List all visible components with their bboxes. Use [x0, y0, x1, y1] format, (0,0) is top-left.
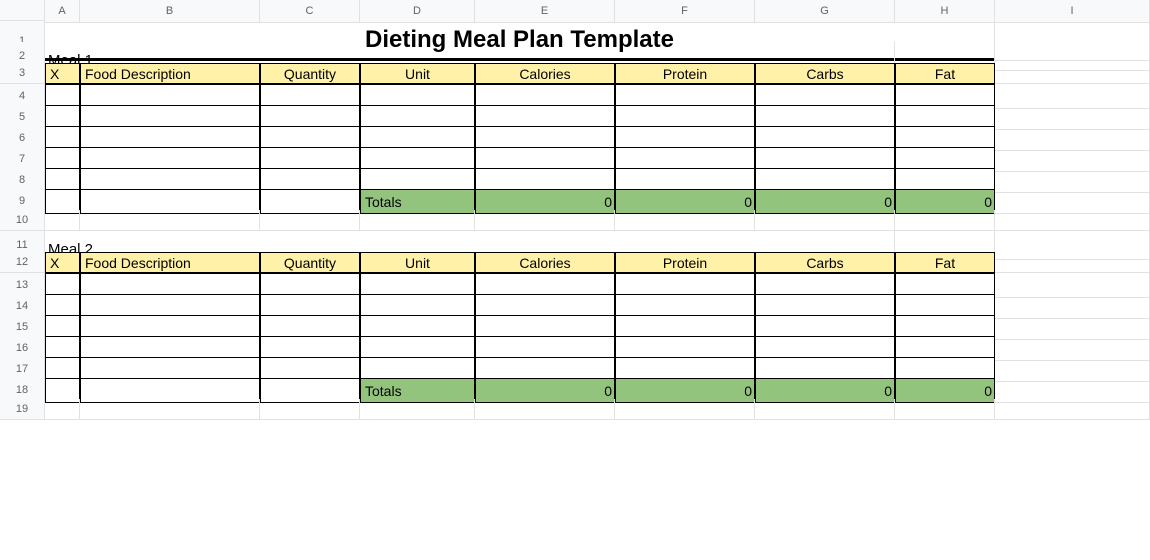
column-header-H[interactable]: H: [895, 0, 995, 23]
row-header-12[interactable]: 12: [0, 252, 45, 273]
cell-empty-10-8[interactable]: [995, 210, 1150, 231]
cell-empty-19-5[interactable]: [615, 399, 755, 420]
cell-empty-10-4[interactable]: [475, 210, 615, 231]
cell-i-header-meal2[interactable]: [995, 252, 1150, 273]
header-prot-meal2[interactable]: Protein: [615, 252, 755, 273]
cell-empty-10-3[interactable]: [360, 210, 475, 231]
cell-empty-10-6[interactable]: [755, 210, 895, 231]
spreadsheet-grid[interactable]: ABCDEFGHI1Dieting Meal Plan Template2Mea…: [0, 0, 1150, 420]
cell-empty-10-7[interactable]: [895, 210, 995, 231]
header-carb-meal1[interactable]: Carbs: [755, 63, 895, 84]
header-cal-meal2[interactable]: Calories: [475, 252, 615, 273]
header-unit-meal1[interactable]: Unit: [360, 63, 475, 84]
cell-empty-10-0[interactable]: [45, 210, 80, 231]
cell-empty-19-8[interactable]: [995, 399, 1150, 420]
cell-empty-19-2[interactable]: [260, 399, 360, 420]
cell-empty-19-7[interactable]: [895, 399, 995, 420]
header-cal-meal1[interactable]: Calories: [475, 63, 615, 84]
header-fat-meal2[interactable]: Fat: [895, 252, 995, 273]
column-header-B[interactable]: B: [80, 0, 260, 23]
cell-empty-10-1[interactable]: [80, 210, 260, 231]
row-header-19[interactable]: 19: [0, 399, 45, 420]
row-header-3[interactable]: 3: [0, 63, 45, 84]
column-header-E[interactable]: E: [475, 0, 615, 23]
column-header-F[interactable]: F: [615, 0, 755, 23]
header-prot-meal1[interactable]: Protein: [615, 63, 755, 84]
header-fat-meal1[interactable]: Fat: [895, 63, 995, 84]
header-food-meal2[interactable]: Food Description: [80, 252, 260, 273]
cell-empty-10-2[interactable]: [260, 210, 360, 231]
column-header-G[interactable]: G: [755, 0, 895, 23]
column-header-C[interactable]: C: [260, 0, 360, 23]
header-food-meal1[interactable]: Food Description: [80, 63, 260, 84]
header-qty-meal2[interactable]: Quantity: [260, 252, 360, 273]
cell-i-header-meal1[interactable]: [995, 63, 1150, 84]
grid-corner: [0, 0, 45, 21]
header-qty-meal1[interactable]: Quantity: [260, 63, 360, 84]
column-header-D[interactable]: D: [360, 0, 475, 23]
header-unit-meal2[interactable]: Unit: [360, 252, 475, 273]
header-x-meal2[interactable]: X: [45, 252, 80, 273]
cell-empty-19-3[interactable]: [360, 399, 475, 420]
column-header-I[interactable]: I: [995, 0, 1150, 23]
header-x-meal1[interactable]: X: [45, 63, 80, 84]
cell-empty-19-6[interactable]: [755, 399, 895, 420]
cell-empty-10-5[interactable]: [615, 210, 755, 231]
cell-empty-19-4[interactable]: [475, 399, 615, 420]
cell-empty-19-0[interactable]: [45, 399, 80, 420]
cell-empty-19-1[interactable]: [80, 399, 260, 420]
row-header-10[interactable]: 10: [0, 210, 45, 231]
column-header-A[interactable]: A: [45, 0, 80, 23]
header-carb-meal2[interactable]: Carbs: [755, 252, 895, 273]
